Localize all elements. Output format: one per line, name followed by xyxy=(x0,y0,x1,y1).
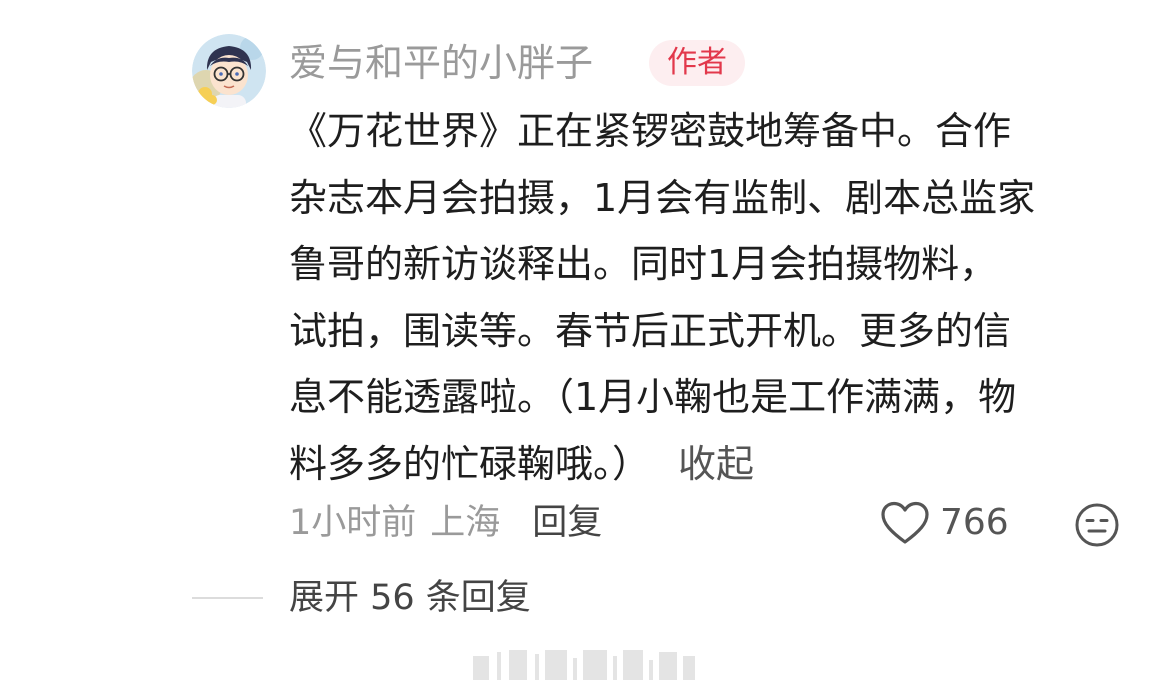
emoji-reaction-button[interactable] xyxy=(1074,502,1120,548)
comment-body-line: 鲁哥的新访谈释出。同时1月会拍摄物料， xyxy=(289,242,998,286)
comment-body-line: 息不能透露啦。（1月小鞠也是工作满满，物 xyxy=(289,375,1017,419)
watermark-glyphs xyxy=(473,650,698,680)
comment-body-line: 《万花世界》正在紧锣密鼓地筹备中。合作 xyxy=(289,109,1012,153)
comment-meta: 1小时前 上海 回复 xyxy=(289,498,602,548)
divider-line xyxy=(192,597,263,599)
comment-body: 《万花世界》正在紧锣密鼓地筹备中。合作 杂志本月会拍摄，1月会有监制、剧本总监家… xyxy=(289,98,1129,497)
heart-outline-icon xyxy=(881,501,929,544)
avatar-illustration xyxy=(192,34,266,108)
like-button[interactable]: 766 xyxy=(880,496,1009,550)
neutral-face-icon xyxy=(1075,503,1119,547)
comment-body-line: 料多多的忙碌鞠哦。） xyxy=(289,441,651,486)
reply-button[interactable]: 回复 xyxy=(532,503,602,543)
partial-watermark xyxy=(473,650,695,680)
expand-replies-label: 展开 56 条回复 xyxy=(289,578,531,618)
collapse-link[interactable]: 收起 xyxy=(678,442,754,486)
user-avatar[interactable] xyxy=(192,34,266,108)
comment-time: 1小时前 xyxy=(289,503,417,543)
comment-item: 爱与和平的小胖子 作者 《万花世界》正在紧锣密鼓地筹备中。合作 杂志本月会拍摄，… xyxy=(0,0,1170,694)
like-count: 766 xyxy=(940,502,1009,543)
author-badge: 作者 xyxy=(649,40,745,86)
comment-body-line: 杂志本月会拍摄，1月会有监制、剧本总监家 xyxy=(289,175,1036,220)
comment-location: 上海 xyxy=(430,503,501,543)
comment-body-line: 试拍，围读等。春节后正式开机。更多的信 xyxy=(289,308,1012,353)
username[interactable]: 爱与和平的小胖子 xyxy=(289,40,593,86)
expand-replies-button[interactable]: 展开 56 条回复 xyxy=(192,573,531,623)
comment-body-line-last: 料多多的忙碌鞠哦。） 收起 xyxy=(289,431,1129,498)
